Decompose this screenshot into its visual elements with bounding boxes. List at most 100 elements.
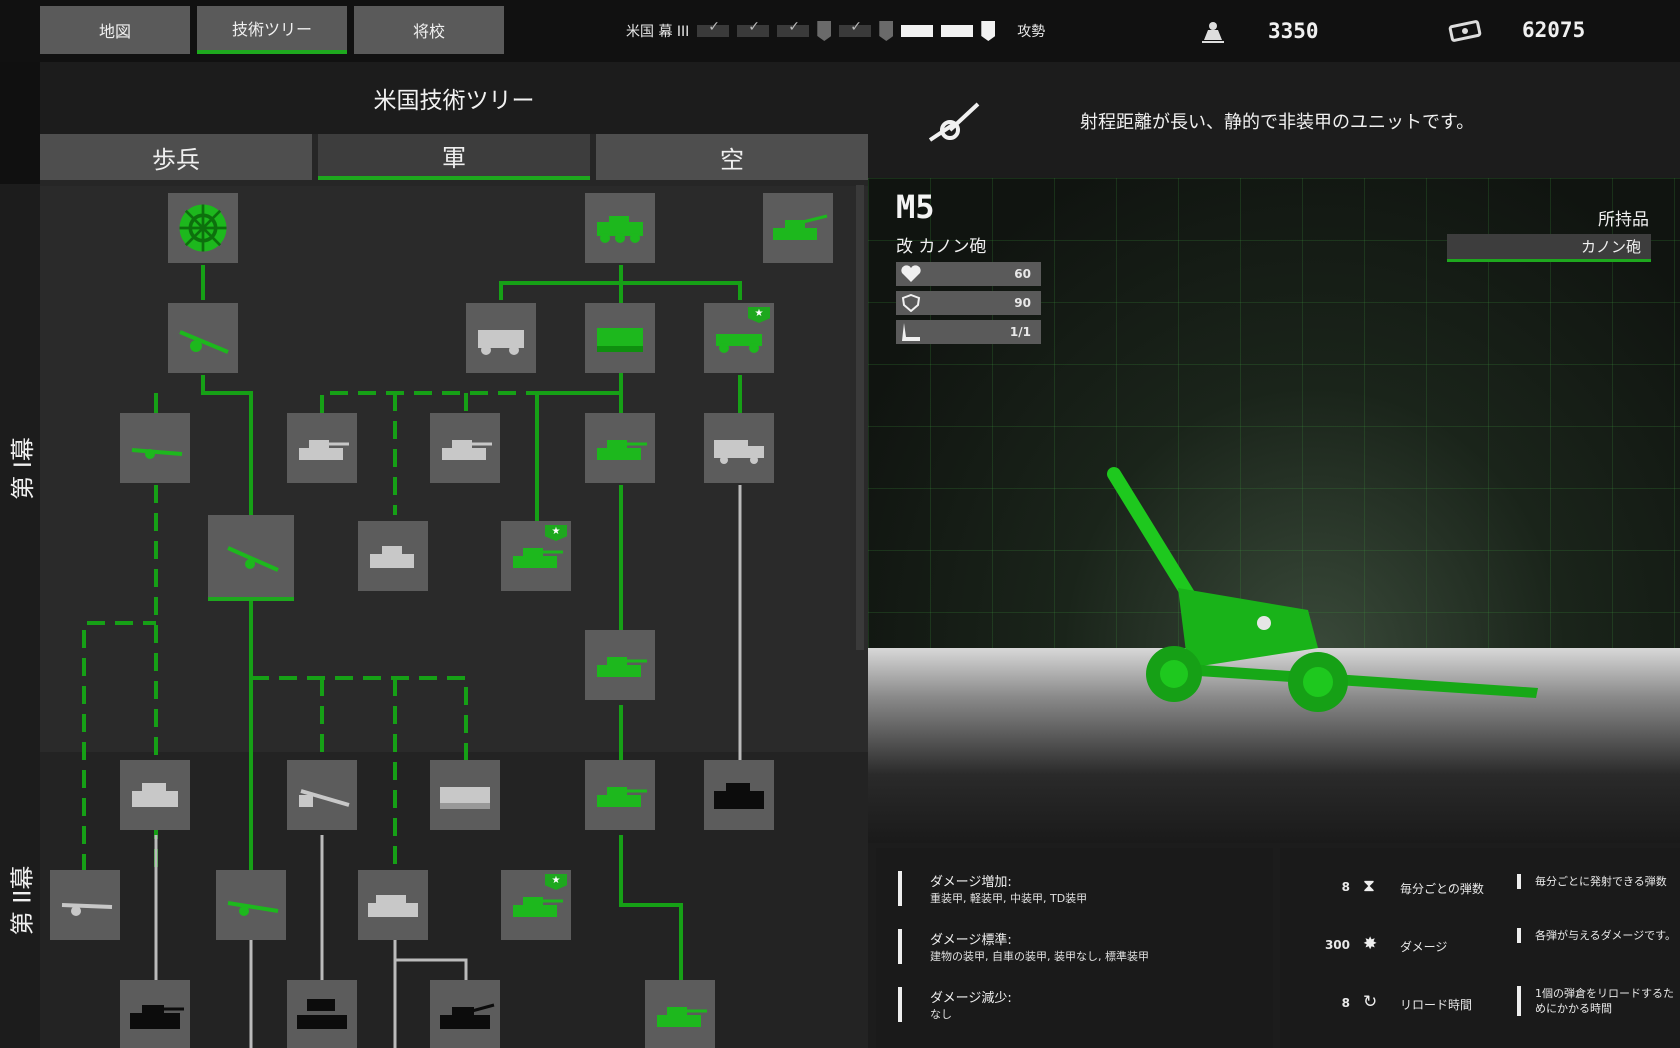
stat-row-reload: 8 ↻ リロード時間 1個の弾倉をリロードするためにかかる時間 xyxy=(1280,986,1680,1026)
tank-icon xyxy=(368,895,418,917)
tank-icon xyxy=(714,783,764,809)
hourglass-icon: ⧗ xyxy=(1363,876,1375,896)
armored-car-icon xyxy=(597,216,643,243)
reload-icon: ↻ xyxy=(1363,992,1378,1012)
money-icon xyxy=(1448,20,1482,42)
reload-description: 1個の弾倉をリロードするためにかかる時間 xyxy=(1517,986,1677,1016)
damage-description: 各弾が与えるダメージです。 xyxy=(1517,928,1677,943)
tech-node-truck-locked[interactable] xyxy=(704,413,774,483)
tech-node-armored-car[interactable] xyxy=(585,193,655,263)
damage-normal: ダメージ標準: 建物の装甲, 自車の装甲, 装甲なし, 標準装甲 xyxy=(898,929,1149,964)
tech-node-halftrack[interactable] xyxy=(585,303,655,373)
tab-air[interactable]: 空 xyxy=(596,134,868,180)
damage-normal-heading: ダメージ標準: xyxy=(930,933,1012,948)
tech-node-sherman[interactable] xyxy=(585,630,655,700)
tech-node-officer-upgrade[interactable] xyxy=(168,193,238,263)
tech-tree-title: 米国技術ツリー xyxy=(40,62,868,134)
artillery-icon xyxy=(227,546,279,572)
truck-icon xyxy=(714,440,764,464)
tech-node-field-gun[interactable] xyxy=(168,303,238,373)
tech-node-tank-destroyer[interactable] xyxy=(763,193,833,263)
owned-item-selector[interactable]: カノン砲 xyxy=(1447,234,1651,262)
artillery-icon xyxy=(179,330,229,354)
damage-name: ダメージ xyxy=(1400,940,1448,954)
stat-crew-value: 1/1 xyxy=(1009,325,1031,339)
tab-officers[interactable]: 将校 xyxy=(354,6,504,54)
damage-increase: ダメージ増加: 重装甲, 軽装甲, 中装甲, TD装甲 xyxy=(898,871,1087,906)
tech-node-spg-locked[interactable] xyxy=(358,521,428,591)
tech-node-howitzer-locked[interactable] xyxy=(287,760,357,830)
tech-node-m4a3[interactable] xyxy=(585,760,655,830)
unit-name: M5 xyxy=(896,188,935,226)
tab-map[interactable]: 地図 xyxy=(40,6,190,54)
money: 62075 xyxy=(1448,18,1585,42)
tab-army[interactable]: 軍 xyxy=(318,134,590,180)
reload-name: リロード時間 xyxy=(1400,998,1473,1012)
artillery-icon xyxy=(61,903,113,916)
unit-type: 改 カノン砲 xyxy=(896,237,987,257)
stat-armor: 90 xyxy=(896,291,1041,315)
damage-value: 300 xyxy=(1324,938,1350,952)
tank-icon xyxy=(597,440,647,460)
damage-increase-body: 重装甲, 軽装甲, 中装甲, TD装甲 xyxy=(930,892,1088,905)
tank-icon xyxy=(299,440,349,460)
progress-segment xyxy=(737,19,770,37)
tech-node-m5-selected[interactable] xyxy=(208,515,294,601)
tech-node-tank-black[interactable] xyxy=(430,980,500,1048)
campaign-progress: 米国 幕 III 攻勢 xyxy=(626,18,1045,44)
tech-node-light-tank-locked[interactable] xyxy=(287,413,357,483)
tank-icon xyxy=(513,897,563,917)
artillery-class-icon xyxy=(928,102,980,142)
tank-icon xyxy=(130,1005,184,1029)
tank-icon xyxy=(597,657,647,677)
stat-health-value: 60 xyxy=(1014,267,1031,281)
stat-crew: 1/1 xyxy=(896,320,1041,344)
tab-infantry[interactable]: 歩兵 xyxy=(40,134,312,180)
tech-node-halftrack-locked[interactable] xyxy=(466,303,536,373)
tech-node-elite-tank[interactable]: ★ xyxy=(501,521,571,591)
tech-node-heavy-gun[interactable] xyxy=(216,870,286,940)
tech-node-medium-tank-locked[interactable] xyxy=(430,413,500,483)
tank-icon xyxy=(657,1007,707,1027)
stat-row-rate-of-fire: 8 ⧗ 毎分ごとの弾数 毎分ごとに発射できる弾数 xyxy=(1280,870,1680,910)
damage-decrease: ダメージ減少: なし xyxy=(898,987,1012,1022)
seat-icon xyxy=(902,323,920,341)
shield-icon xyxy=(901,294,921,312)
tech-node-rocket-tank-black[interactable] xyxy=(287,980,357,1048)
progress-segment xyxy=(901,25,934,37)
tech-node-heavy-armor-locked[interactable] xyxy=(120,760,190,830)
explosion-icon: ✸ xyxy=(1363,934,1378,954)
halftrack-icon xyxy=(478,330,524,355)
artillery-icon xyxy=(227,901,279,916)
offensive-label: 攻勢 xyxy=(1017,24,1046,40)
progress-segment xyxy=(697,19,730,37)
tech-node-medium-tank[interactable] xyxy=(585,413,655,483)
tech-tree-scrollbar[interactable] xyxy=(856,185,864,650)
tech-node-light-tank[interactable] xyxy=(645,980,715,1048)
checkpoint-flag-icon xyxy=(981,21,996,41)
tech-node-unknown-black[interactable] xyxy=(704,760,774,830)
tech-node-rocket-halftrack-locked[interactable] xyxy=(430,760,500,830)
progress-segment xyxy=(777,19,810,37)
officer-points: 3350 xyxy=(1198,18,1319,44)
tech-node-spa-locked[interactable] xyxy=(358,870,428,940)
tank-icon xyxy=(440,1003,495,1029)
tank-icon xyxy=(773,214,828,240)
officer-points-value: 3350 xyxy=(1268,19,1319,43)
tank-icon xyxy=(513,548,563,568)
checkpoint-flag-icon xyxy=(817,21,832,41)
gear-icon xyxy=(179,204,227,252)
tab-tech-tree[interactable]: 技術ツリー xyxy=(197,6,347,54)
campaign-act-label: 米国 幕 III xyxy=(626,24,690,40)
progress-segment xyxy=(941,25,974,37)
tech-node-jeep[interactable]: ★ xyxy=(704,303,774,373)
tech-node-heavy-tank-black[interactable] xyxy=(120,980,190,1048)
tech-node-at-gun[interactable] xyxy=(120,413,190,483)
halftrack-icon xyxy=(597,328,643,352)
rate-of-fire-name: 毎分ごとの弾数 xyxy=(1400,882,1484,896)
top-bar: 地図 技術ツリー 将校 米国 幕 III 攻勢 3350 62075 xyxy=(0,0,1680,62)
progress-segment xyxy=(839,19,872,37)
tech-node-long-gun-locked[interactable] xyxy=(50,870,120,940)
tank-icon xyxy=(370,546,414,568)
tech-node-elite-tank-2[interactable]: ★ xyxy=(501,870,571,940)
